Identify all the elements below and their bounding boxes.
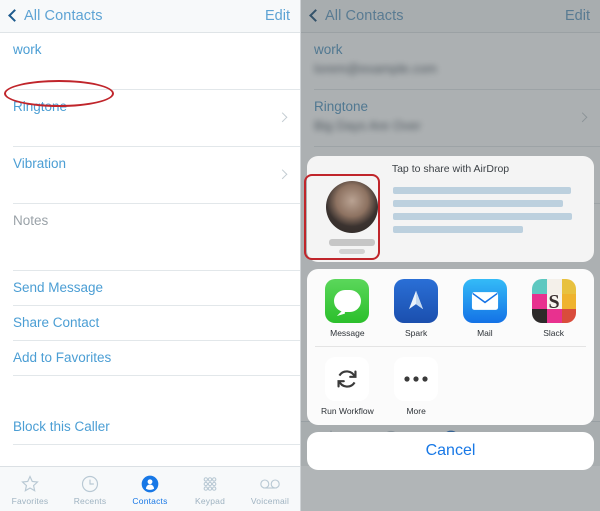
airdrop-body [304,174,594,260]
airdrop-target[interactable] [319,179,385,254]
tab-label: Contacts [132,496,168,506]
row-label: work [13,42,42,57]
row-work[interactable]: work [0,33,300,89]
tab-label: Keypad [194,496,226,506]
keypad-dots-icon [180,472,240,495]
list-gap [0,376,300,410]
row-add-to-favorites[interactable]: Add to Favorites [0,341,300,375]
row-send-message[interactable]: Send Message [0,271,300,305]
airdrop-section: Tap to share with AirDrop [304,156,594,262]
left-tabbar: Favorites Recents Contacts Keypad Voicem… [0,466,300,511]
chevron-left-icon [8,9,21,22]
left-phone-screen: All Contacts Edit work Ringtone Vibratio… [0,0,300,511]
row-label: Send Message [13,280,104,295]
left-contact-list: work Ringtone Vibration Notes Send Messa… [0,33,300,466]
share-apps-section: Message Spark Mail S Slack Run Workflow … [307,269,594,425]
back-label: All Contacts [24,8,103,24]
star-icon [0,472,60,495]
row-notes[interactable]: Notes [0,204,300,270]
airdrop-title: Tap to share with AirDrop [391,163,510,175]
row-label: Ringtone [13,99,68,114]
edit-button[interactable]: Edit [265,8,290,24]
airdrop-description-redacted [385,179,582,254]
tab-favorites[interactable]: Favorites [0,472,60,506]
row-label: Vibration [13,156,67,171]
row-share-contact[interactable]: Share Contact [0,306,300,340]
workflow-refresh-icon [325,357,370,401]
app-row: Message Spark Mail S Slack [307,269,594,346]
dual-screenshot: All Contacts Edit work Ringtone Vibratio… [0,0,600,511]
app-label: Message [330,328,365,338]
right-phone-screen: All Contacts Edit work lorem@example.com… [300,0,600,511]
row-vibration[interactable]: Vibration [0,147,300,203]
share-app-mail[interactable]: Mail [451,279,520,338]
tab-label: Recents [73,496,107,506]
row-ringtone[interactable]: Ringtone [0,90,300,146]
action-label: Run Workflow [321,406,374,416]
svg-text:S: S [548,291,559,313]
row-label: Share Contact [13,315,100,330]
cancel-button[interactable]: Cancel [307,432,594,470]
row-label: Notes [13,213,49,228]
action-empty-slot [519,357,588,416]
spark-icon [394,279,439,323]
app-label: Mail [477,328,493,338]
share-app-spark[interactable]: Spark [382,279,451,338]
tab-contacts[interactable]: Contacts [120,472,180,506]
share-action-run-workflow[interactable]: Run Workflow [313,357,382,416]
tab-recents[interactable]: Recents [60,472,120,506]
tab-label: Voicemail [250,496,290,506]
tab-keypad[interactable]: Keypad [180,472,240,506]
row-label: Add to Favorites [13,350,112,365]
action-row: Run Workflow More [307,347,594,425]
row-block-this-caller[interactable]: Block this Caller [0,410,300,444]
contacts-person-icon [120,472,180,495]
avatar [326,181,378,233]
share-app-slack[interactable]: S Slack [519,279,588,338]
airdrop-target-sub-redacted [339,249,365,254]
more-dots-icon [394,357,439,401]
mail-icon [462,279,507,323]
left-navbar: All Contacts Edit [0,0,300,33]
share-action-more[interactable]: More [382,357,451,416]
divider [13,444,300,445]
tab-voicemail[interactable]: Voicemail [240,472,300,506]
tab-label: Favorites [11,496,49,506]
slack-icon: S [531,279,576,323]
app-label: Slack [543,328,565,338]
app-label: Spark [405,328,428,338]
action-empty-slot [451,357,520,416]
back-button[interactable]: All Contacts [8,8,103,24]
share-sheet: Tap to share with AirDrop Message Spark … [304,156,594,470]
voicemail-icon [240,472,300,495]
airdrop-target-name-redacted [329,239,375,246]
action-label: More [406,406,426,416]
messages-icon [325,279,370,323]
clock-icon [60,472,120,495]
share-app-message[interactable]: Message [313,279,382,338]
row-label: Block this Caller [13,419,110,434]
